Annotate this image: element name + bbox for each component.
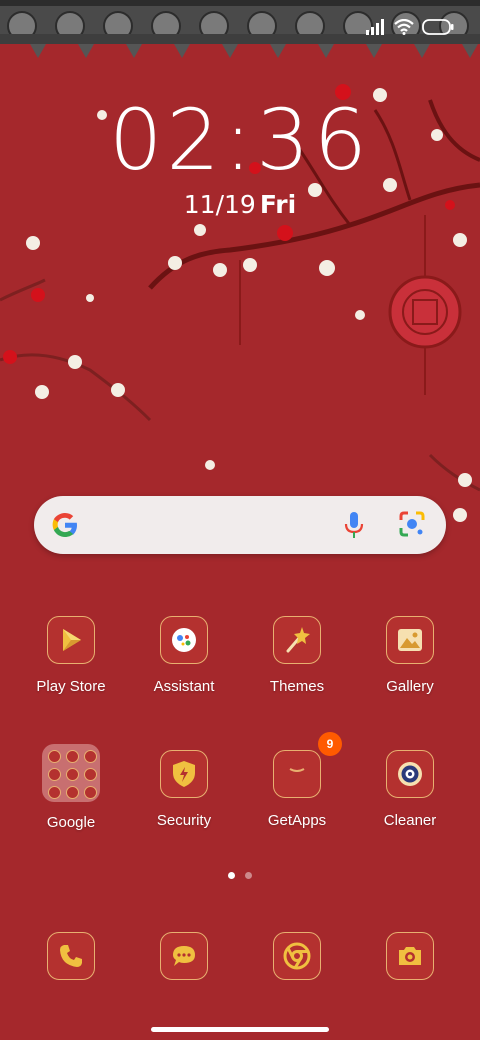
app-assistant[interactable]: Assistant: [129, 616, 239, 695]
clock-widget[interactable]: 02:36 11/19 Fri: [0, 92, 480, 219]
folder-mini-icon: [84, 768, 97, 781]
app-label: Security: [156, 812, 212, 829]
app-label: Google: [46, 814, 96, 831]
app-label: GetApps: [267, 812, 327, 829]
app-label: Gallery: [386, 678, 434, 695]
gallery-icon: [386, 616, 434, 664]
clock-time: 02:36: [108, 91, 372, 189]
app-cleaner[interactable]: Cleaner: [355, 750, 465, 829]
folder-mini-icon: [84, 750, 97, 763]
themes-wand-icon: [273, 616, 321, 664]
home-gesture-bar[interactable]: [151, 1027, 329, 1032]
app-getapps[interactable]: 9 GetApps: [242, 732, 352, 829]
google-g-icon: [52, 513, 77, 537]
app-folder-google[interactable]: Google: [16, 744, 126, 831]
app-label: Cleaner: [383, 812, 437, 829]
dock-camera[interactable]: [355, 932, 465, 980]
app-label: Themes: [269, 678, 325, 695]
date-text: 11/19: [183, 190, 256, 219]
battery-icon: [422, 19, 454, 35]
folder-mini-icon: [66, 786, 79, 799]
folder-mini-icon: [66, 750, 79, 763]
clock-date: 11/19 Fri: [0, 190, 480, 219]
folder-mini-icon: [48, 750, 61, 763]
status-bar: [366, 14, 454, 40]
folder-mini-icon: [66, 768, 79, 781]
google-folder-icon: [42, 744, 100, 802]
app-themes[interactable]: Themes: [242, 616, 352, 695]
chrome-icon: [273, 932, 321, 980]
folder-mini-icon: [48, 768, 61, 781]
page-dot[interactable]: [245, 872, 252, 879]
wifi-icon: [394, 19, 414, 35]
app-gallery[interactable]: Gallery: [355, 616, 465, 695]
page-dot-active[interactable]: [228, 872, 235, 879]
folder-mini-icon: [48, 786, 61, 799]
dock-chrome[interactable]: [242, 932, 352, 980]
lens-icon[interactable]: [398, 510, 426, 538]
getapps-bag-icon: 9: [273, 732, 342, 798]
app-security[interactable]: Security: [129, 750, 239, 829]
google-search-bar[interactable]: [34, 496, 446, 554]
folder-mini-icon: [84, 786, 97, 799]
security-shield-icon: [160, 750, 208, 798]
mic-icon[interactable]: [342, 510, 366, 540]
signal-bars-icon: [366, 19, 384, 35]
notification-badge: 9: [318, 732, 342, 756]
cleaner-icon: [386, 750, 434, 798]
dock-messages[interactable]: [129, 932, 239, 980]
app-label: Assistant: [153, 678, 215, 695]
play-store-icon: [47, 616, 95, 664]
assistant-icon: [160, 616, 208, 664]
page-indicator[interactable]: [0, 872, 480, 879]
weekday-text: Fri: [259, 190, 297, 219]
messages-icon: [160, 932, 208, 980]
dock-phone[interactable]: [16, 932, 126, 980]
app-play-store[interactable]: Play Store: [16, 616, 126, 695]
camera-icon: [386, 932, 434, 980]
phone-icon: [47, 932, 95, 980]
app-label: Play Store: [36, 678, 106, 695]
